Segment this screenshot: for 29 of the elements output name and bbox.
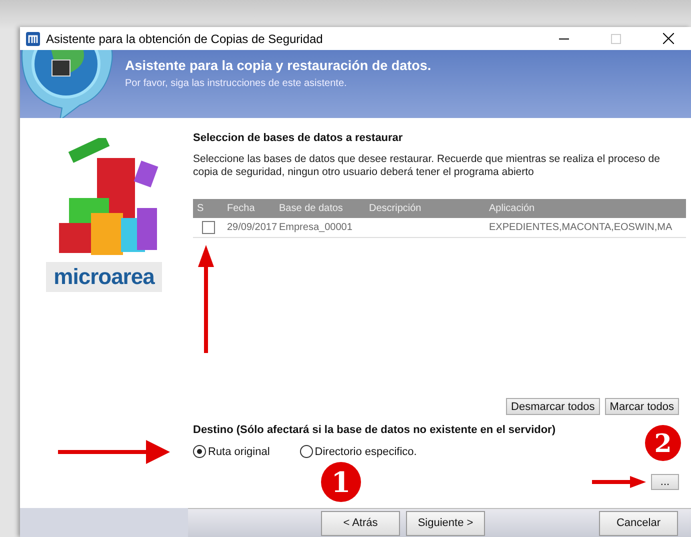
banner-title: Asistente para la copia y restauración de datos. bbox=[125, 58, 432, 73]
app-icon bbox=[26, 32, 40, 46]
cancel-button[interactable]: Cancelar bbox=[599, 510, 678, 536]
column-header: Fecha bbox=[226, 203, 256, 214]
destination-title: Destino (Sólo afectará si la base de datos no existente en el servidor) bbox=[193, 424, 556, 436]
column-header: Aplicación bbox=[488, 203, 536, 214]
annotation-arrow bbox=[592, 476, 646, 488]
next-button[interactable]: Siguiente > bbox=[406, 510, 485, 536]
table-cell-text: EXPEDIENTES,MACONTA,EOSWIN,MA bbox=[488, 222, 674, 233]
back-button[interactable]: < Atrás bbox=[321, 510, 400, 536]
radio-option[interactable]: Directorio especifico. bbox=[300, 445, 417, 458]
logo: microarea bbox=[46, 262, 162, 292]
section-description: Seleccione las bases de datos que desee restaurar. Recuerde que mientras se realiza el proceso de copia de seguridad, ningun otro usuario deberá tener el programa abierto bbox=[193, 153, 661, 179]
maximize-icon bbox=[611, 34, 621, 44]
section-title: Seleccion de bases de datos a restaurar bbox=[193, 132, 403, 144]
unmark-all-button[interactable]: Desmarcar todos bbox=[506, 398, 600, 415]
window-title: Asistente para la obtención de Copias de Seguridad bbox=[46, 32, 324, 46]
table-cell-text: Empresa_00001 bbox=[278, 222, 354, 233]
row-checkbox[interactable] bbox=[202, 221, 214, 234]
globe-icon bbox=[22, 50, 113, 118]
table-cell-text: 29/09/2017 bbox=[226, 222, 275, 233]
column-header: Descripción bbox=[368, 203, 422, 214]
browse-button[interactable]: ... bbox=[651, 474, 679, 490]
radio-option[interactable]: Ruta original bbox=[193, 445, 270, 458]
mark-all-button[interactable]: Marcar todos bbox=[604, 398, 679, 415]
column-header: Base de datos bbox=[278, 203, 344, 214]
column-header: S bbox=[196, 203, 205, 214]
banner-subtitle: Por favor, siga las instrucciones de este asistente. bbox=[125, 78, 348, 89]
close-icon bbox=[662, 33, 674, 44]
